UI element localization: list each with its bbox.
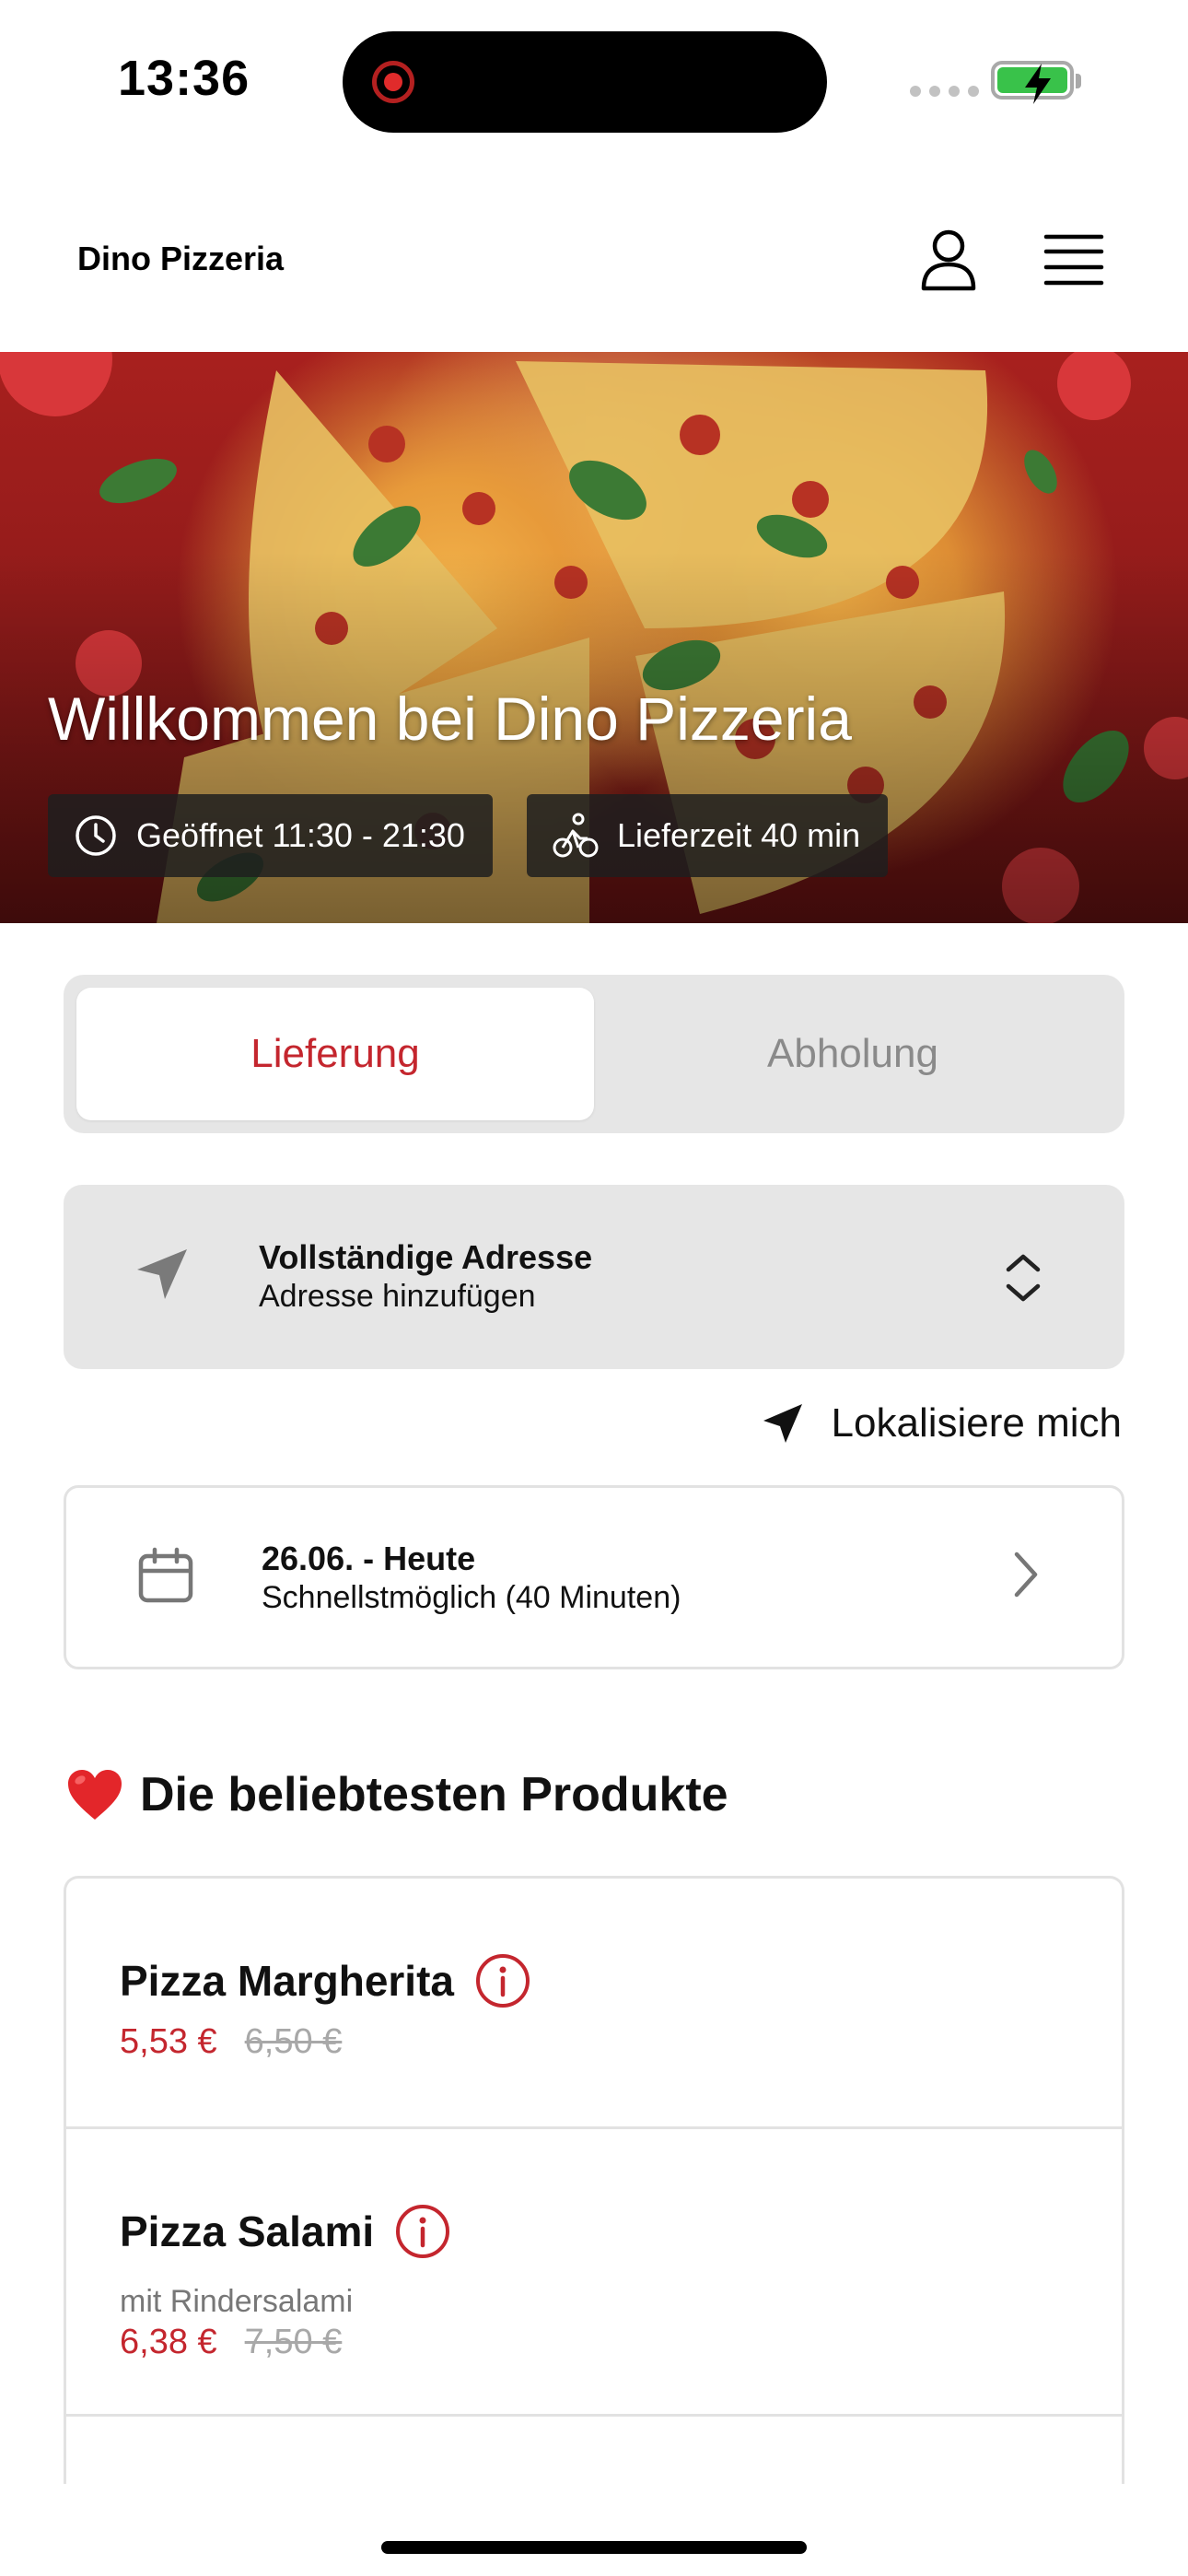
address-title: Vollständige Adresse <box>259 1238 593 1276</box>
price-line: 5,53 € 6,50 € <box>120 2022 342 2062</box>
dynamic-island <box>343 31 827 133</box>
status-bar: 13:36 <box>0 0 1188 157</box>
order-mode-toggle: Lieferung Abholung <box>64 975 1124 1133</box>
bike-icon <box>553 813 599 858</box>
hero-title: Willkommen bei Dino Pizzeria <box>48 685 852 753</box>
delivery-time-text: Lieferzeit 40 min <box>617 816 861 854</box>
price-line: 6,38 € 7,50 € <box>120 2323 342 2362</box>
product-name-row: Pizza Margherita <box>120 1952 531 2009</box>
product-description: mit Rindersalami <box>120 2284 354 2319</box>
popular-products-list: Pizza Margherita 5,53 € 6,50 € Pizza Sal… <box>64 1876 1124 2484</box>
address-selector[interactable]: Vollständige Adresse Adresse hinzufügen <box>64 1185 1124 1369</box>
chevron-updown-icon <box>1006 1254 1041 1302</box>
battery-cap <box>1076 74 1081 88</box>
tab-delivery[interactable]: Lieferung <box>76 988 594 1120</box>
location-arrow-icon <box>763 1404 802 1443</box>
calendar-icon <box>138 1547 193 1603</box>
recording-indicator-icon <box>372 61 414 103</box>
tab-pickup[interactable]: Abholung <box>594 988 1112 1120</box>
locate-me-label: Lokalisiere mich <box>831 1400 1122 1446</box>
address-subtitle: Adresse hinzufügen <box>259 1279 536 1314</box>
clock-icon <box>76 815 116 856</box>
product-name: Pizza Margherita <box>120 1957 454 2005</box>
product-item[interactable]: Pizza Margherita 5,53 € 6,50 € <box>66 1879 1122 2129</box>
opening-hours-text: Geöffnet 11:30 - 21:30 <box>136 816 465 854</box>
heart-icon <box>68 1770 122 1820</box>
delivery-date-title: 26.06. - Heute <box>262 1540 476 1577</box>
delivery-time-badge: Lieferzeit 40 min <box>527 794 889 877</box>
app-header: Dino Pizzeria <box>0 157 1188 352</box>
product-price: 6,38 € <box>120 2323 217 2361</box>
product-old-price: 6,50 € <box>244 2022 343 2061</box>
menu-button[interactable] <box>1035 221 1112 299</box>
product-item[interactable]: Pizza Salami mit Rindersalami 6,38 € 7,5… <box>66 2129 1122 2417</box>
info-icon[interactable] <box>474 1952 531 2009</box>
battery-icon <box>991 61 1074 104</box>
signal-icon <box>910 86 979 97</box>
delivery-date-subtitle: Schnellstmöglich (40 Minuten) <box>262 1580 681 1615</box>
user-icon <box>921 229 976 291</box>
popular-products-title: Die beliebtesten Produkte <box>140 1768 728 1821</box>
opening-hours-badge: Geöffnet 11:30 - 21:30 <box>48 794 493 877</box>
product-name: Pizza Salami <box>120 2207 375 2255</box>
menu-icon <box>1043 234 1104 286</box>
product-name-row: Pizza Salami <box>120 2203 451 2260</box>
chevron-right-icon <box>1014 1551 1038 1598</box>
popular-products-heading: Die beliebtesten Produkte <box>66 1767 728 1822</box>
product-old-price: 7,50 € <box>244 2323 343 2361</box>
delivery-time-selector[interactable]: 26.06. - Heute Schnellstmöglich (40 Minu… <box>64 1485 1124 1669</box>
home-indicator[interactable] <box>381 2541 807 2554</box>
product-price: 5,53 € <box>120 2022 217 2061</box>
locate-me-link[interactable]: Lokalisiere mich <box>762 1400 1122 1446</box>
hero-banner: Willkommen bei Dino Pizzeria Geöffnet 11… <box>0 352 1188 923</box>
brand-name[interactable]: Dino Pizzeria <box>77 240 284 278</box>
navigation-arrow-icon <box>137 1249 187 1299</box>
status-time: 13:36 <box>118 51 250 106</box>
info-icon[interactable] <box>394 2203 451 2260</box>
account-button[interactable] <box>910 221 987 299</box>
